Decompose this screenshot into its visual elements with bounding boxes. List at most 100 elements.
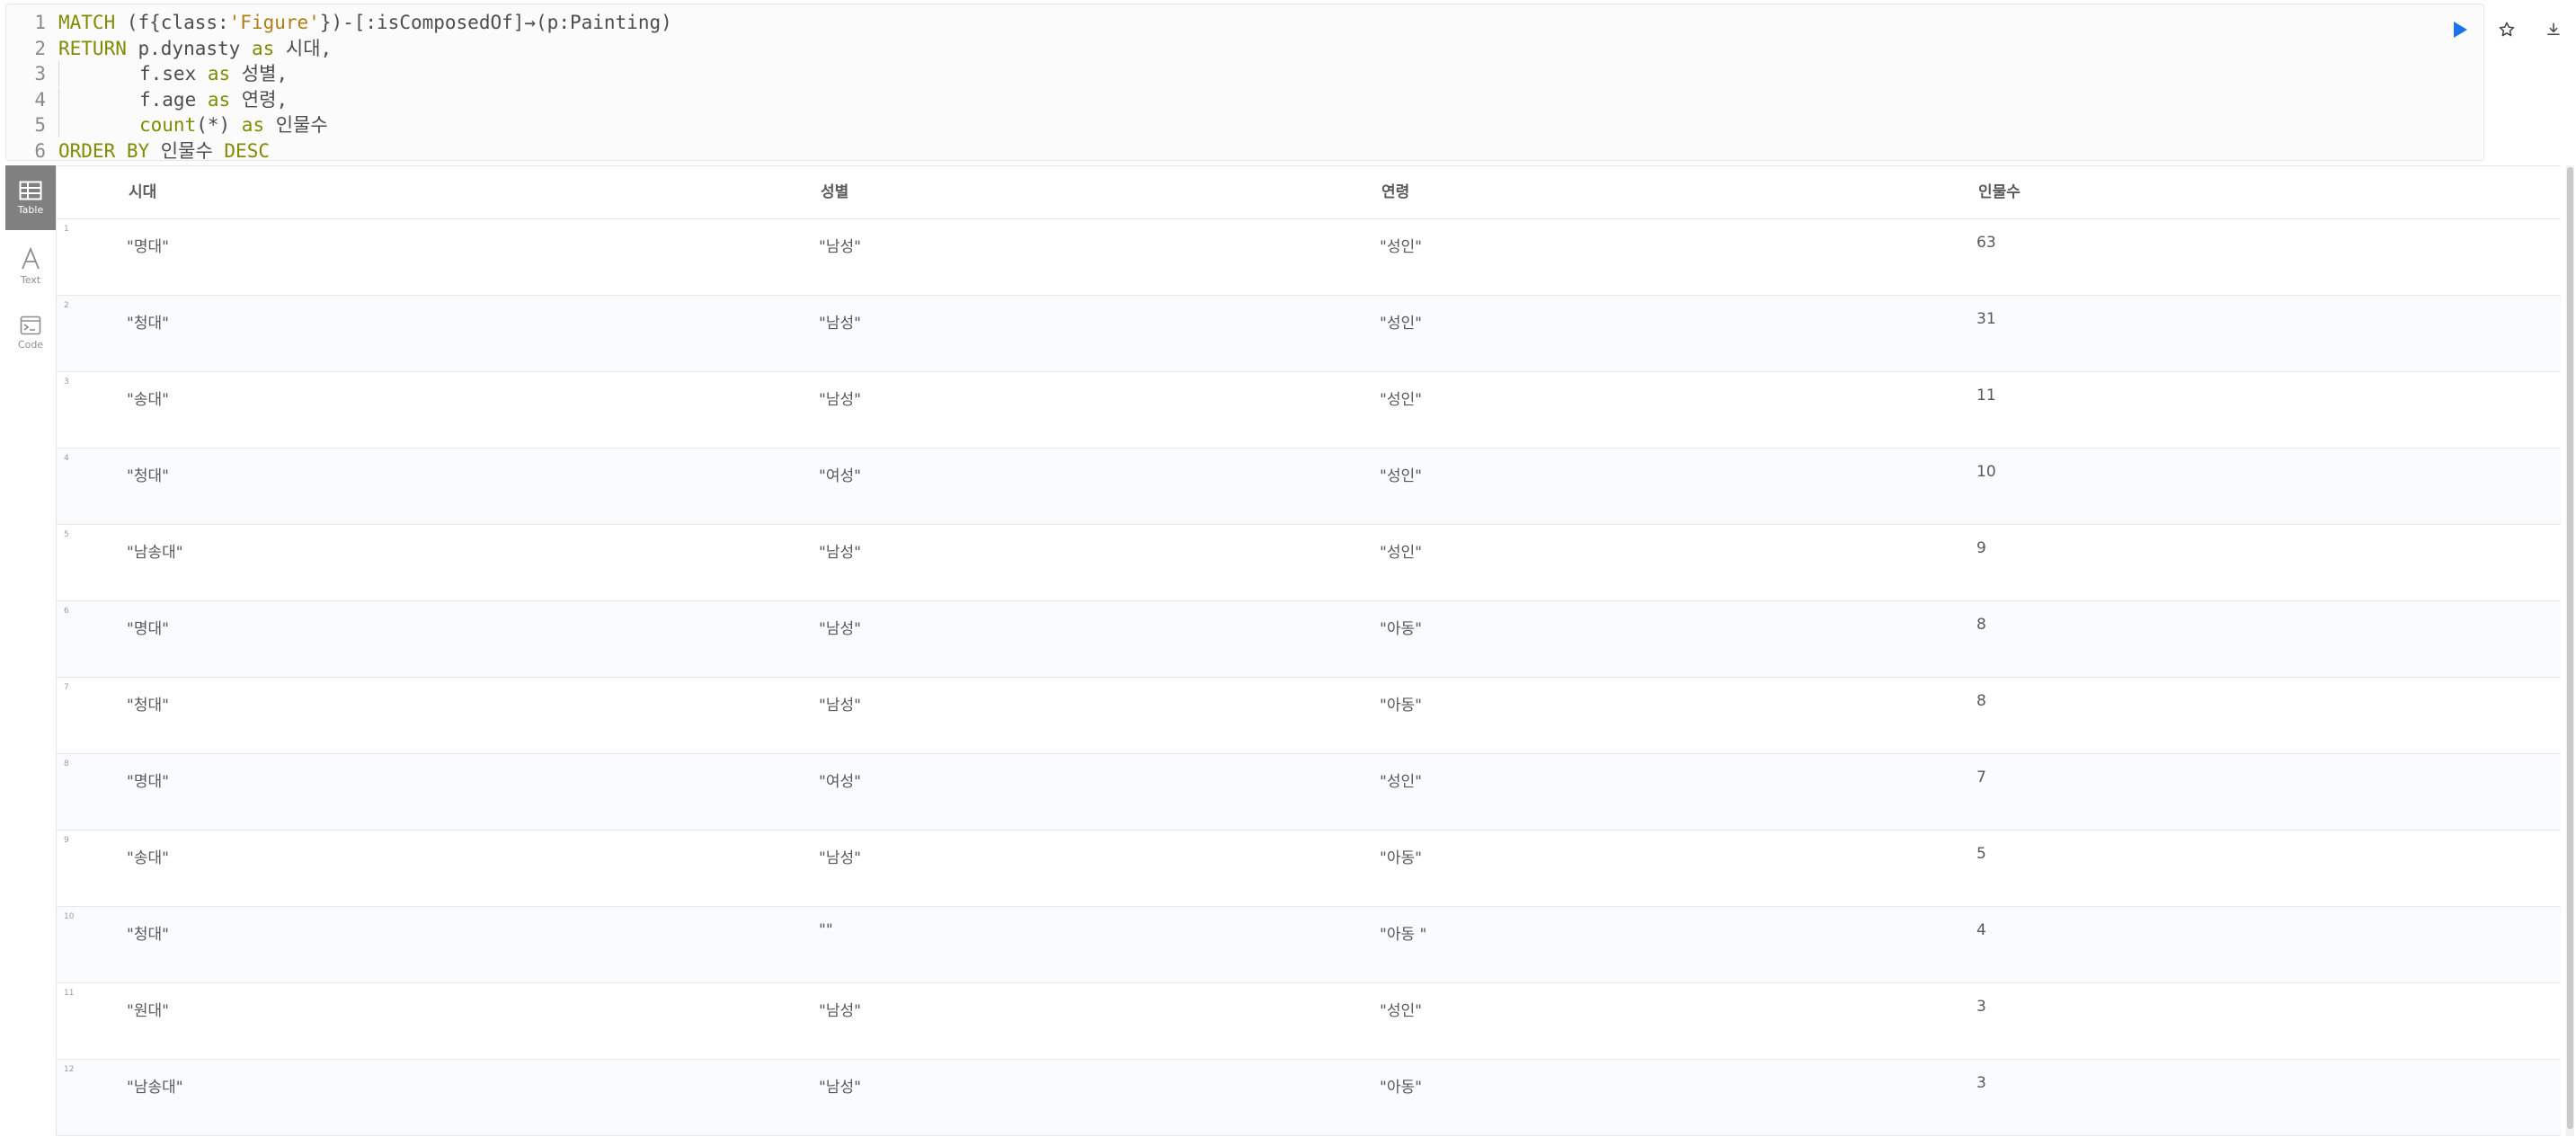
code-token: MATCH	[58, 12, 116, 33]
era-cell: "청대"	[127, 467, 169, 485]
code-token: 연령,	[230, 88, 289, 111]
age-cell: "성인"	[1380, 238, 1422, 256]
table-row[interactable]: 11 "원대" "남성" "성인" 3	[57, 983, 2561, 1060]
line-number: 3	[34, 63, 46, 84]
row-number: 1	[64, 225, 69, 234]
table-row[interactable]: 2 "청대" "남성" "성인" 31	[57, 296, 2561, 372]
table-row[interactable]: 7 "청대" "남성" "아동" 8	[57, 678, 2561, 754]
sex-cell: "남성"	[819, 391, 861, 409]
scrollbar-thumb[interactable]	[2567, 167, 2573, 1129]
view-tab-table[interactable]: Table	[5, 165, 56, 230]
text-icon	[22, 246, 40, 269]
column-header-sex[interactable]: 성별	[821, 166, 848, 218]
code-token: (*)	[196, 114, 242, 136]
code-line[interactable]: 4 f.age as 연령,	[6, 86, 289, 112]
code-token: f.sex	[139, 63, 208, 84]
table-row[interactable]: 12 "남송대" "남성" "아동" 3	[57, 1060, 2561, 1136]
view-switcher: Table Text Code	[5, 165, 57, 1136]
row-number: 8	[64, 759, 69, 768]
era-cell: "명대"	[127, 238, 169, 256]
indent-guide	[58, 61, 139, 86]
download-button[interactable]	[2538, 14, 2569, 45]
table-row[interactable]: 5 "남송대" "남성" "성인" 9	[57, 525, 2561, 601]
count-cell: 31	[1976, 310, 1996, 328]
era-cell: "청대"	[127, 697, 169, 715]
table-row[interactable]: 8 "명대" "여성" "성인" 7	[57, 754, 2561, 831]
count-cell: 10	[1976, 463, 1996, 481]
era-cell: "명대"	[127, 620, 169, 638]
sex-cell: "남성"	[819, 1079, 861, 1097]
table-row[interactable]: 1 "명대" "남성" "성인" 63	[57, 219, 2561, 296]
era-cell: "송대"	[127, 849, 169, 867]
era-cell: "청대"	[127, 315, 169, 333]
indent-guide	[58, 86, 139, 112]
indent-guide	[58, 112, 139, 138]
query-editor[interactable]: 1 MATCH (f{class:'Figure'})-[:isComposedO…	[5, 4, 2484, 164]
line-number: 6	[34, 139, 46, 162]
result-table: 시대 성별 연령 인물수 1 "명대" "남성" "성인" 63 2 "청대" "남성" "성인…	[57, 165, 2561, 1137]
age-cell: "아동"	[1380, 849, 1422, 867]
row-number: 4	[64, 454, 69, 463]
table-row[interactable]: 10 "청대" "" "아동 " 4	[57, 907, 2561, 983]
code-line[interactable]: 6 ORDER BY 인물수 DESC	[6, 138, 270, 164]
age-cell: "성인"	[1380, 391, 1422, 409]
run-query-button[interactable]	[2445, 14, 2475, 45]
table-row[interactable]: 3 "송대" "남성" "성인" 11	[57, 372, 2561, 449]
sex-cell: "여성"	[819, 773, 861, 791]
code-token: as	[207, 88, 231, 111]
column-header-era[interactable]: 시대	[129, 166, 156, 218]
era-cell: "청대"	[127, 926, 169, 944]
table-row[interactable]: 9 "송대" "남성" "아동" 5	[57, 831, 2561, 907]
line-number: 2	[34, 37, 46, 59]
code-token: count	[139, 114, 197, 136]
favorite-button[interactable]	[2492, 14, 2522, 45]
row-number: 10	[64, 912, 75, 921]
row-number: 5	[64, 530, 69, 539]
code-token: p.dynasty	[126, 37, 252, 59]
sex-cell: "남성"	[819, 620, 861, 638]
table-row[interactable]: 4 "청대" "여성" "성인" 10	[57, 449, 2561, 525]
download-icon	[2547, 22, 2560, 35]
age-cell: "아동 "	[1380, 926, 1427, 944]
code-token: 인물수	[149, 139, 225, 162]
view-tab-text[interactable]: Text	[5, 234, 56, 298]
code-token: ORDER BY	[58, 139, 150, 162]
row-number: 12	[64, 1065, 75, 1074]
view-tab-code[interactable]: Code	[5, 300, 56, 365]
count-cell: 4	[1976, 921, 1986, 939]
table-icon	[19, 181, 42, 200]
code-token: (f{class:	[115, 12, 229, 33]
column-header-age[interactable]: 연령	[1381, 166, 1409, 218]
code-line[interactable]: 1 MATCH (f{class:'Figure'})-[:isComposedO…	[6, 10, 671, 35]
code-token: 'Figure'	[228, 12, 320, 33]
row-number: 2	[64, 301, 69, 310]
sex-cell: "남성"	[819, 238, 861, 256]
play-icon	[2454, 22, 2467, 38]
era-cell: "남송대"	[127, 1079, 183, 1097]
age-cell: "성인"	[1380, 773, 1422, 791]
code-token: 인물수	[264, 114, 328, 136]
table-row[interactable]: 6 "명대" "남성" "아동" 8	[57, 601, 2561, 678]
code-line[interactable]: 5 count(*) as 인물수	[6, 112, 328, 138]
code-token: as	[251, 37, 275, 59]
sex-cell: "남성"	[819, 697, 861, 715]
count-cell: 8	[1976, 616, 1986, 634]
table-header: 시대 성별 연령 인물수	[57, 166, 2561, 219]
view-tab-label: Table	[17, 203, 44, 216]
column-header-count[interactable]: 인물수	[1978, 166, 2021, 218]
sex-cell: ""	[819, 921, 833, 939]
age-cell: "성인"	[1380, 1002, 1422, 1020]
code-line[interactable]: 2 RETURN p.dynasty as 시대,	[6, 36, 332, 61]
line-number: 1	[34, 12, 46, 33]
count-cell: 3	[1976, 1074, 1986, 1092]
age-cell: "성인"	[1380, 315, 1422, 333]
table-scrollbar[interactable]	[2566, 165, 2574, 1136]
star-icon	[2499, 22, 2515, 37]
view-tab-label: Text	[20, 273, 41, 286]
line-number: 4	[34, 88, 46, 111]
era-cell: "명대"	[127, 773, 169, 791]
count-cell: 9	[1976, 539, 1986, 557]
count-cell: 11	[1976, 386, 1996, 404]
row-number: 11	[64, 989, 75, 998]
code-line[interactable]: 3 f.sex as 성별,	[6, 61, 288, 86]
